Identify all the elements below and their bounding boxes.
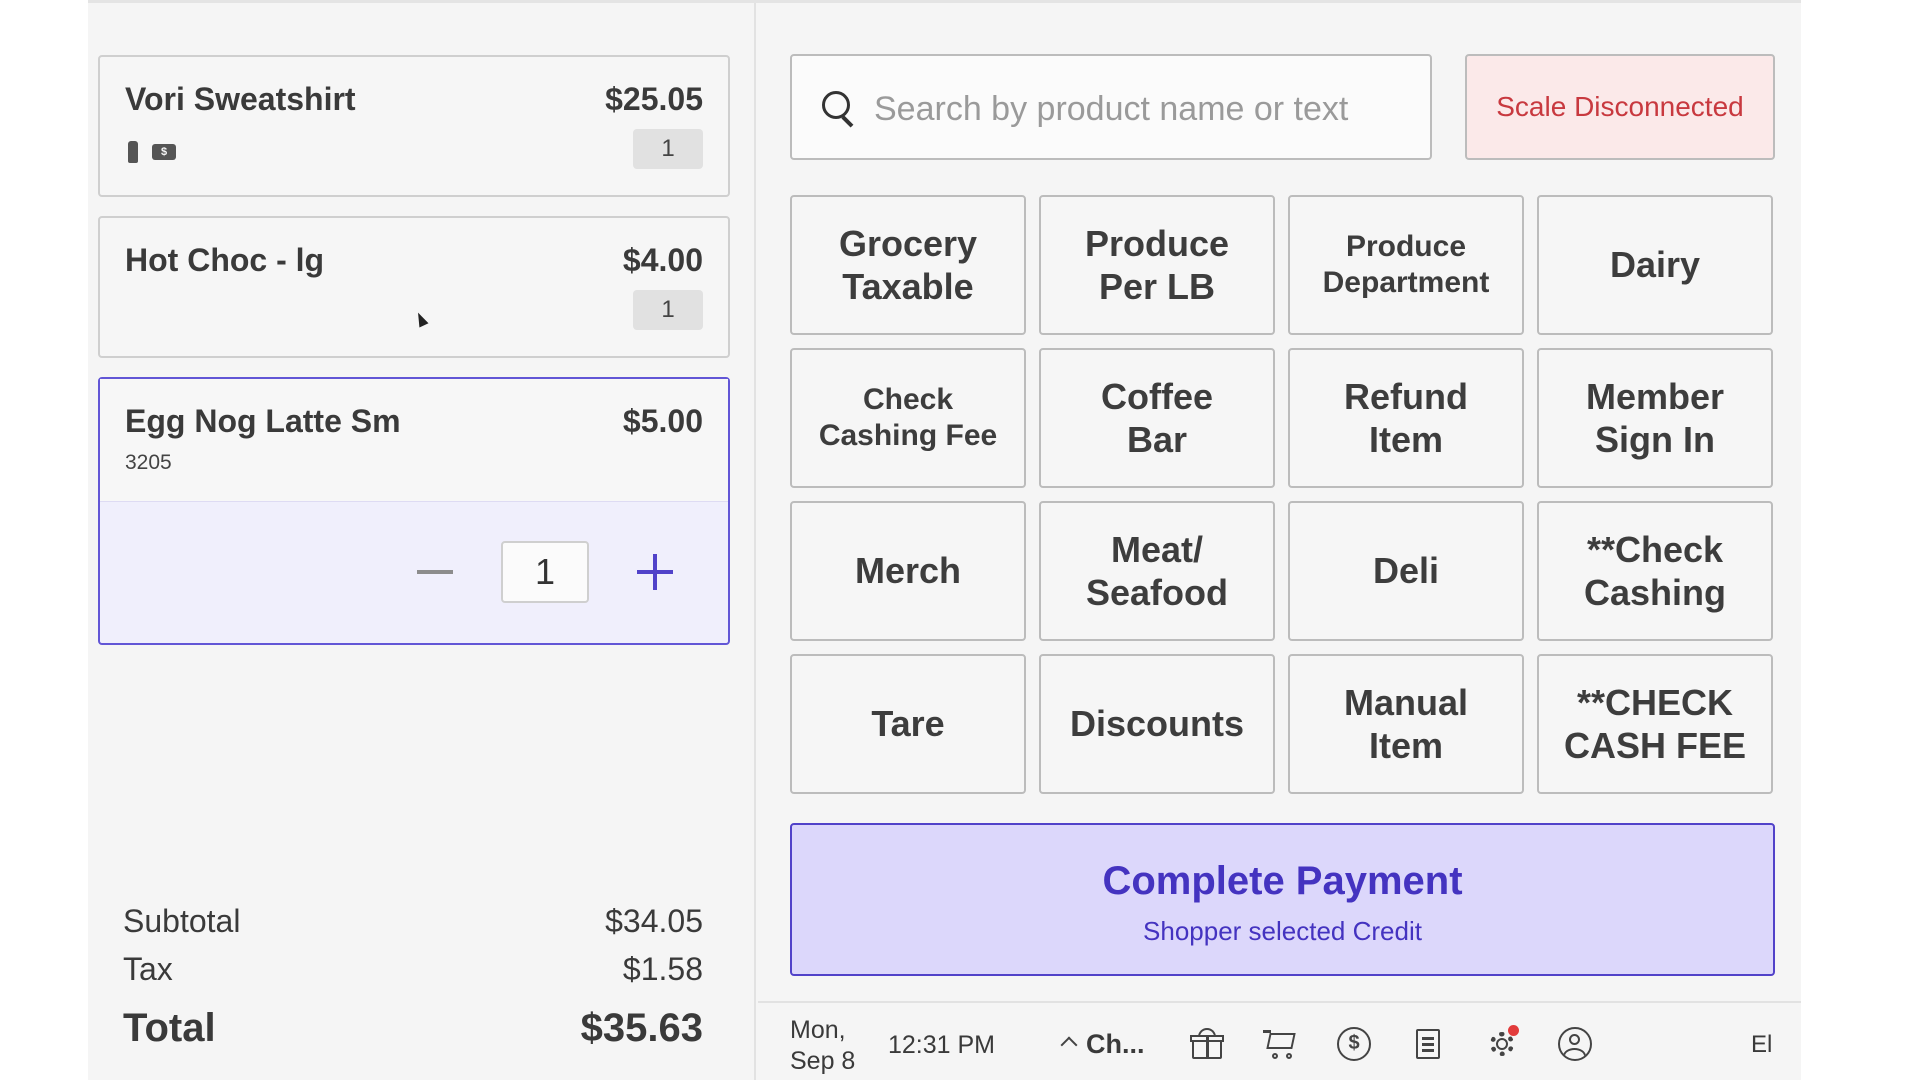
payment-subtitle: Shopper selected Credit: [1143, 916, 1422, 946]
dollar-tag-icon: $: [152, 144, 176, 160]
tax-row: Tax $1.58: [123, 951, 703, 988]
subtotal-row: Subtotal $34.05: [123, 903, 703, 940]
cart-panel: Vori Sweatshirt $25.05 $ 1 Hot Choc - lg…: [88, 3, 756, 1080]
cart-item[interactable]: Vori Sweatshirt $25.05 $ 1: [98, 55, 730, 197]
pos-app: Vori Sweatshirt $25.05 $ 1 Hot Choc - lg…: [88, 0, 1801, 1080]
tile-check-cashing[interactable]: **Check Cashing: [1537, 501, 1773, 641]
notification-dot: [1508, 1025, 1519, 1036]
tile-member-sign-in[interactable]: Member Sign In: [1537, 348, 1773, 488]
tax-label: Tax: [123, 951, 173, 987]
tile-deli[interactable]: Deli: [1288, 501, 1524, 641]
receipt-icon[interactable]: [1411, 1027, 1445, 1061]
subtotal-label: Subtotal: [123, 903, 241, 939]
decrement-button[interactable]: [417, 570, 453, 574]
tile-check-cashing-fee[interactable]: Check Cashing Fee: [790, 348, 1026, 488]
tile-discounts[interactable]: Discounts: [1039, 654, 1275, 794]
bottle-icon: [128, 141, 138, 163]
tile-produce-per-lb[interactable]: Produce Per LB: [1039, 195, 1275, 335]
cart-item-selected[interactable]: Egg Nog Latte Sm $5.00 3205 1: [98, 377, 730, 645]
tile-dairy[interactable]: Dairy: [1537, 195, 1773, 335]
category-grid: Grocery Taxable Produce Per LB Produce D…: [790, 195, 1775, 794]
item-name: Hot Choc - lg: [125, 242, 325, 278]
gear-icon[interactable]: [1485, 1025, 1519, 1061]
item-quantity-badge: 1: [633, 129, 703, 169]
tile-merch[interactable]: Merch: [790, 501, 1026, 641]
cart-item[interactable]: Hot Choc - lg $4.00 1: [98, 216, 730, 358]
tax-value: $1.58: [622, 951, 703, 987]
product-panel: Search by product name or text Scale Dis…: [758, 3, 1801, 1080]
user-initials[interactable]: El: [1751, 1031, 1772, 1059]
channel-selector[interactable]: Ch...: [1086, 1029, 1145, 1060]
taskbar: Mon, Sep 8 12:31 PM Ch... $ El: [758, 1001, 1801, 1080]
search-icon: [822, 91, 858, 127]
total-label: Total: [123, 1006, 216, 1050]
payment-title: Complete Payment: [1102, 859, 1463, 903]
tile-coffee-bar[interactable]: Coffee Bar: [1039, 348, 1275, 488]
tile-check-cash-fee[interactable]: **CHECK CASH FEE: [1537, 654, 1773, 794]
gift-icon[interactable]: [1190, 1027, 1224, 1061]
quantity-input[interactable]: 1: [501, 541, 589, 603]
increment-button[interactable]: [637, 554, 673, 590]
total-row: Total $35.63: [123, 1006, 703, 1051]
item-sku: 3205: [125, 451, 172, 474]
user-icon[interactable]: [1558, 1027, 1592, 1061]
subtotal-value: $34.05: [605, 903, 703, 939]
date-line-1: Mon,: [790, 1016, 846, 1044]
taskbar-date: Mon, Sep 8: [790, 1015, 855, 1077]
tile-produce-department[interactable]: Produce Department: [1288, 195, 1524, 335]
search-placeholder: Search by product name or text: [874, 90, 1349, 128]
item-price: $25.05: [605, 81, 703, 117]
tile-tare[interactable]: Tare: [790, 654, 1026, 794]
item-attribute-icons: $: [128, 141, 176, 163]
dollar-circle-icon[interactable]: $: [1337, 1027, 1371, 1061]
cart-icon[interactable]: [1263, 1027, 1297, 1061]
scale-status-button[interactable]: Scale Disconnected: [1465, 54, 1775, 160]
search-input[interactable]: Search by product name or text: [790, 54, 1432, 160]
tile-meat-seafood[interactable]: Meat/ Seafood: [1039, 501, 1275, 641]
item-price: $5.00: [622, 403, 703, 439]
tile-grocery-taxable[interactable]: Grocery Taxable: [790, 195, 1026, 335]
chevron-up-icon[interactable]: [1060, 1036, 1078, 1054]
item-name: Egg Nog Latte Sm: [125, 403, 401, 439]
tile-refund-item[interactable]: Refund Item: [1288, 348, 1524, 488]
total-value: $35.63: [580, 1006, 703, 1050]
item-header: [100, 379, 728, 502]
date-line-2: Sep 8: [790, 1047, 856, 1075]
tile-manual-item[interactable]: Manual Item: [1288, 654, 1524, 794]
item-quantity-badge: 1: [633, 290, 703, 330]
item-name: Vori Sweatshirt: [125, 81, 356, 117]
item-price: $4.00: [622, 242, 703, 278]
taskbar-time: 12:31 PM: [888, 1031, 996, 1059]
quantity-stepper: 1: [417, 541, 673, 603]
complete-payment-button[interactable]: Complete Payment Shopper selected Credit: [790, 823, 1775, 976]
